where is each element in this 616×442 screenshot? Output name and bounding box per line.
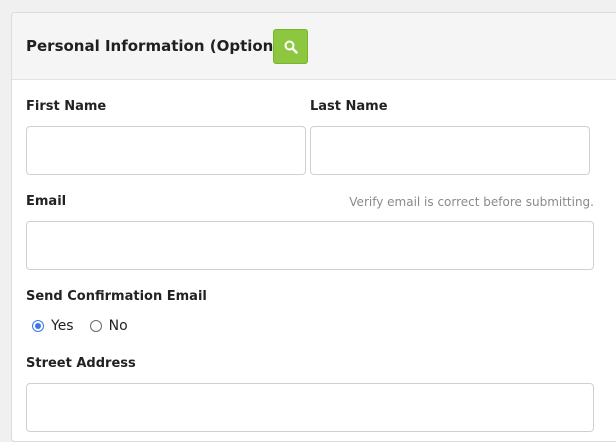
send-confirmation-label: Send Confirmation Email (26, 289, 207, 304)
radio-yes[interactable] (32, 320, 44, 332)
personal-information-panel: Personal Information (Optional) First Na… (11, 12, 616, 442)
radio-no[interactable] (89, 320, 102, 332)
radio-option-yes[interactable]: Yes (32, 318, 74, 334)
radio-yes-label: Yes (51, 318, 74, 334)
radio-no-label: No (108, 318, 128, 334)
last-name-label: Last Name (310, 99, 388, 114)
send-confirmation-radio-group: Yes No (32, 318, 144, 334)
email-input[interactable] (26, 221, 594, 270)
search-icon (284, 40, 298, 54)
email-label: Email (26, 194, 67, 209)
search-button[interactable] (273, 29, 308, 64)
email-hint: Verify email is correct before submittin… (349, 195, 594, 209)
first-name-label: First Name (26, 99, 107, 114)
last-name-input[interactable] (310, 126, 590, 175)
panel-title: Personal Information (Optional) (26, 37, 296, 55)
first-name-input[interactable] (26, 126, 306, 175)
panel-header: Personal Information (Optional) (12, 13, 616, 80)
street-address-label: Street Address (26, 356, 136, 371)
street-address-input[interactable] (26, 383, 594, 432)
radio-option-no[interactable]: No (89, 318, 128, 334)
